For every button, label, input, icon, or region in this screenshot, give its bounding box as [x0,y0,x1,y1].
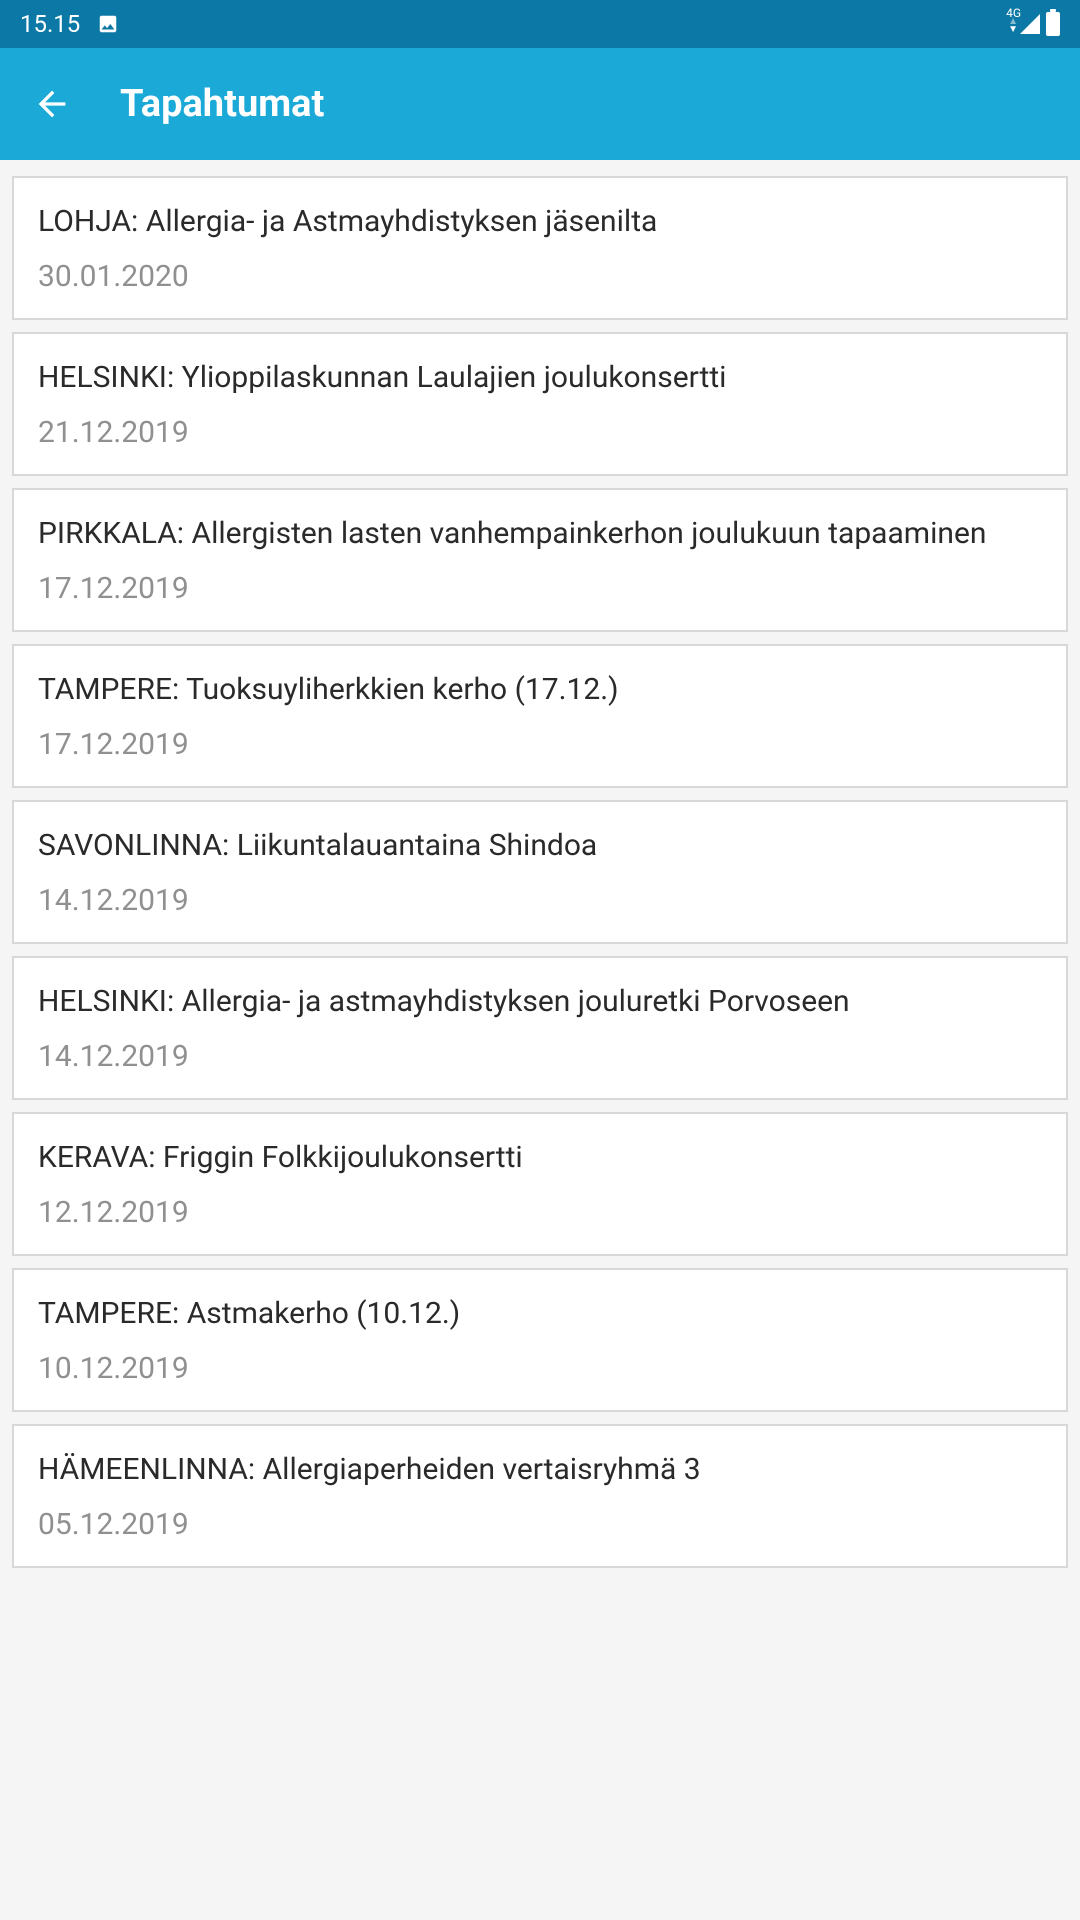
status-time: 15.15 [20,10,80,38]
event-title: KERAVA: Friggin Folkkijoulukonsertti [38,1138,1042,1177]
signal-triangle-icon [1020,14,1040,34]
event-title: LOHJA: Allergia- ja Astmayhdistyksen jäs… [38,202,1042,241]
status-left: 15.15 [20,10,120,38]
event-title: HELSINKI: Ylioppilaskunnan Laulajien jou… [38,358,1042,397]
status-bar: 15.15 ▲ ▼ 4G [0,0,1080,48]
event-date: 05.12.2019 [38,1507,1042,1542]
event-title: HELSINKI: Allergia- ja astmayhdistyksen … [38,982,1042,1021]
app-bar: Tapahtumat [0,48,1080,160]
network-label: 4G [1006,6,1021,20]
event-date: 12.12.2019 [38,1195,1042,1230]
event-card[interactable]: TAMPERE: Tuoksuyliherkkien kerho (17.12.… [12,644,1068,788]
event-date: 17.12.2019 [38,727,1042,762]
event-date: 21.12.2019 [38,415,1042,450]
event-title: SAVONLINNA: Liikuntalauantaina Shindoa [38,826,1042,865]
event-title: PIRKKALA: Allergisten lasten vanhempaink… [38,514,1042,553]
event-date: 14.12.2019 [38,1039,1042,1074]
event-date: 14.12.2019 [38,883,1042,918]
event-card[interactable]: LOHJA: Allergia- ja Astmayhdistyksen jäs… [12,176,1068,320]
event-card[interactable]: PIRKKALA: Allergisten lasten vanhempaink… [12,488,1068,632]
event-date: 10.12.2019 [38,1351,1042,1386]
event-title: TAMPERE: Tuoksuyliherkkien kerho (17.12.… [38,670,1042,709]
back-button[interactable] [32,84,72,124]
event-title: HÄMEENLINNA: Allergiaperheiden vertaisry… [38,1450,1042,1489]
page-title: Tapahtumat [120,82,324,126]
event-title: TAMPERE: Astmakerho (10.12.) [38,1294,1042,1333]
event-card[interactable]: HELSINKI: Allergia- ja astmayhdistyksen … [12,956,1068,1100]
event-card[interactable]: TAMPERE: Astmakerho (10.12.) 10.12.2019 [12,1268,1068,1412]
event-card[interactable]: HELSINKI: Ylioppilaskunnan Laulajien jou… [12,332,1068,476]
image-icon [96,12,120,36]
event-card[interactable]: SAVONLINNA: Liikuntalauantaina Shindoa 14… [12,800,1068,944]
signal-indicator: ▲ ▼ 4G [1008,14,1040,34]
event-card[interactable]: KERAVA: Friggin Folkkijoulukonsertti 12.1… [12,1112,1068,1256]
status-right: ▲ ▼ 4G [1008,12,1060,36]
battery-icon [1046,12,1060,36]
data-arrows-icon: ▲ ▼ [1008,18,1018,34]
event-date: 30.01.2020 [38,259,1042,294]
event-card[interactable]: HÄMEENLINNA: Allergiaperheiden vertaisry… [12,1424,1068,1568]
event-date: 17.12.2019 [38,571,1042,606]
event-list[interactable]: LOHJA: Allergia- ja Astmayhdistyksen jäs… [0,160,1080,1568]
